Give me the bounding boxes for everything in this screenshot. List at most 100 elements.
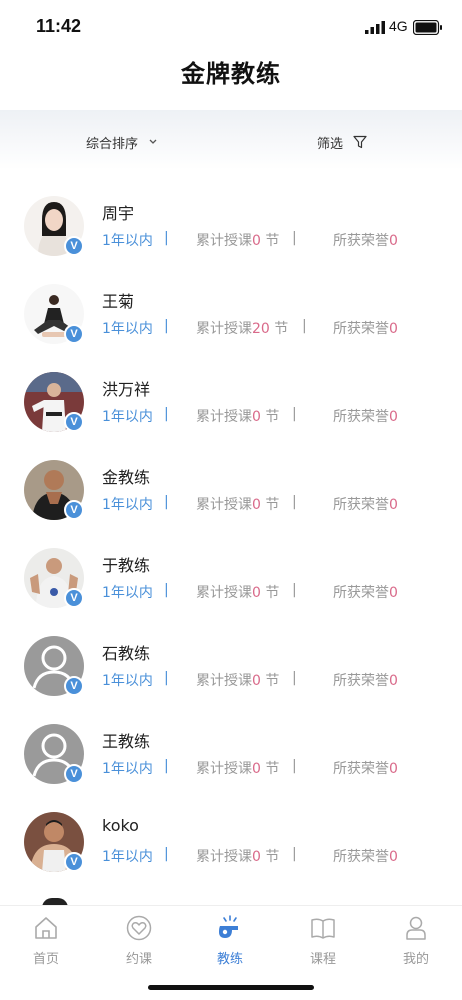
tab-label: 约课 bbox=[125, 952, 152, 967]
courses-count: 0 bbox=[252, 849, 261, 865]
verified-badge: V bbox=[64, 676, 84, 696]
tab-booking[interactable]: 约课 bbox=[104, 914, 174, 974]
separator: | bbox=[164, 318, 169, 334]
coach-name: 洪万祥 bbox=[102, 380, 151, 399]
courses-count: 0 bbox=[252, 233, 261, 249]
courses-count: 0 bbox=[252, 673, 261, 689]
honors-prefix: 所获荣誉 bbox=[333, 673, 389, 689]
courses-stat: 累计授课0 节 bbox=[196, 494, 279, 514]
funnel-icon bbox=[353, 135, 367, 149]
courses-count: 0 bbox=[252, 409, 261, 425]
courses-prefix: 累计授课 bbox=[196, 849, 252, 865]
honors-prefix: 所获荣誉 bbox=[333, 321, 389, 337]
courses-stat: 累计授课20 节 bbox=[196, 318, 288, 338]
verified-badge: V bbox=[64, 324, 84, 344]
separator: | bbox=[164, 758, 169, 774]
coach-name: 王教练 bbox=[102, 732, 151, 751]
separator: | bbox=[292, 406, 297, 422]
verified-badge: V bbox=[64, 412, 84, 432]
courses-prefix: 累计授课 bbox=[196, 497, 252, 513]
courses-unit: 节 bbox=[265, 849, 280, 865]
page-title: 金牌教练 bbox=[181, 60, 281, 88]
tab-label: 教练 bbox=[216, 952, 243, 967]
separator: | bbox=[302, 318, 307, 334]
honors-count: 0 bbox=[389, 409, 398, 425]
courses-prefix: 累计授课 bbox=[196, 585, 252, 601]
verified-badge: V bbox=[64, 764, 84, 784]
courses-unit: 节 bbox=[265, 761, 280, 777]
experience-label: 1年以内 bbox=[102, 673, 153, 689]
separator: | bbox=[164, 230, 169, 246]
honors-stat: 所获荣誉0 bbox=[333, 406, 398, 426]
experience-label: 1年以内 bbox=[102, 585, 153, 601]
battery-icon bbox=[413, 20, 442, 35]
courses-unit: 节 bbox=[265, 673, 280, 689]
status-time: 11:42 bbox=[36, 16, 82, 36]
experience-label: 1年以内 bbox=[102, 233, 153, 249]
separator: | bbox=[292, 230, 297, 246]
verified-badge: V bbox=[64, 588, 84, 608]
courses-stat: 累计授课0 节 bbox=[196, 406, 279, 426]
coach-name: 金教练 bbox=[102, 468, 151, 487]
courses-prefix: 累计授课 bbox=[196, 761, 252, 777]
separator: | bbox=[164, 494, 169, 510]
courses-count: 0 bbox=[252, 761, 261, 777]
sort-button[interactable]: 综合排序 bbox=[86, 132, 158, 152]
coach-list: V 周宇 1年以内 | 累计授课0 节 | 所获荣誉0 V 王菊 1年以内 | … bbox=[0, 176, 462, 880]
honors-stat: 所获荣誉0 bbox=[333, 318, 398, 338]
coach-name: 于教练 bbox=[102, 556, 151, 575]
separator: | bbox=[292, 494, 297, 510]
courses-stat: 累计授课0 节 bbox=[196, 846, 279, 866]
coach-row[interactable]: V 金教练 1年以内 | 累计授课0 节 | 所获荣誉0 bbox=[0, 440, 462, 528]
honors-stat: 所获荣誉0 bbox=[333, 846, 398, 866]
heart-icon bbox=[126, 915, 152, 941]
courses-prefix: 累计授课 bbox=[196, 409, 252, 425]
honors-stat: 所获荣誉0 bbox=[333, 758, 398, 778]
honors-prefix: 所获荣誉 bbox=[333, 497, 389, 513]
courses-unit: 节 bbox=[265, 585, 280, 601]
filter-label: 筛选 bbox=[317, 136, 344, 152]
separator: | bbox=[164, 846, 169, 862]
courses-stat: 累计授课0 节 bbox=[196, 670, 279, 690]
tab-label: 首页 bbox=[32, 952, 59, 967]
network-label: 4G bbox=[389, 18, 408, 34]
honors-count: 0 bbox=[389, 585, 398, 601]
separator: | bbox=[164, 582, 169, 598]
coach-row[interactable]: V 周宇 1年以内 | 累计授课0 节 | 所获荣誉0 bbox=[0, 176, 462, 264]
coach-row[interactable]: V 洪万祥 1年以内 | 累计授课0 节 | 所获荣誉0 bbox=[0, 352, 462, 440]
status-bar: 11:42 4G bbox=[0, 0, 462, 54]
tab-courses[interactable]: 课程 bbox=[288, 914, 358, 974]
filter-button[interactable]: 筛选 bbox=[317, 132, 367, 152]
honors-stat: 所获荣誉0 bbox=[333, 494, 398, 514]
user-icon bbox=[406, 916, 426, 940]
book-icon bbox=[311, 918, 335, 939]
separator: | bbox=[292, 582, 297, 598]
honors-stat: 所获荣誉0 bbox=[333, 670, 398, 690]
coach-row[interactable]: V koko 1年以内 | 累计授课0 节 | 所获荣誉0 bbox=[0, 792, 462, 880]
courses-unit: 节 bbox=[265, 409, 280, 425]
coach-name: 周宇 bbox=[102, 204, 135, 223]
honors-prefix: 所获荣誉 bbox=[333, 585, 389, 601]
tab-profile[interactable]: 我的 bbox=[381, 914, 451, 974]
coach-name: 王菊 bbox=[102, 292, 135, 311]
honors-count: 0 bbox=[389, 761, 398, 777]
separator: | bbox=[292, 758, 297, 774]
coach-row[interactable]: V 石教练 1年以内 | 累计授课0 节 | 所获荣誉0 bbox=[0, 616, 462, 704]
signal-icon bbox=[365, 21, 385, 34]
experience-label: 1年以内 bbox=[102, 761, 153, 777]
courses-prefix: 累计授课 bbox=[196, 321, 252, 337]
coach-row[interactable]: V 于教练 1年以内 | 累计授课0 节 | 所获荣誉0 bbox=[0, 528, 462, 616]
verified-badge: V bbox=[64, 500, 84, 520]
courses-count: 0 bbox=[252, 497, 261, 513]
tab-home[interactable]: 首页 bbox=[11, 914, 81, 974]
verified-badge: V bbox=[64, 236, 84, 256]
experience-label: 1年以内 bbox=[102, 497, 153, 513]
coach-row[interactable]: V 王菊 1年以内 | 累计授课20 节 | 所获荣誉0 bbox=[0, 264, 462, 352]
coach-row[interactable]: V 王教练 1年以内 | 累计授课0 节 | 所获荣誉0 bbox=[0, 704, 462, 792]
honors-stat: 所获荣誉0 bbox=[333, 230, 398, 250]
courses-prefix: 累计授课 bbox=[196, 673, 252, 689]
separator: | bbox=[292, 846, 297, 862]
honors-prefix: 所获荣誉 bbox=[333, 761, 389, 777]
tab-coach[interactable]: 教练 bbox=[195, 914, 265, 974]
chevron-down-icon bbox=[149, 139, 157, 144]
